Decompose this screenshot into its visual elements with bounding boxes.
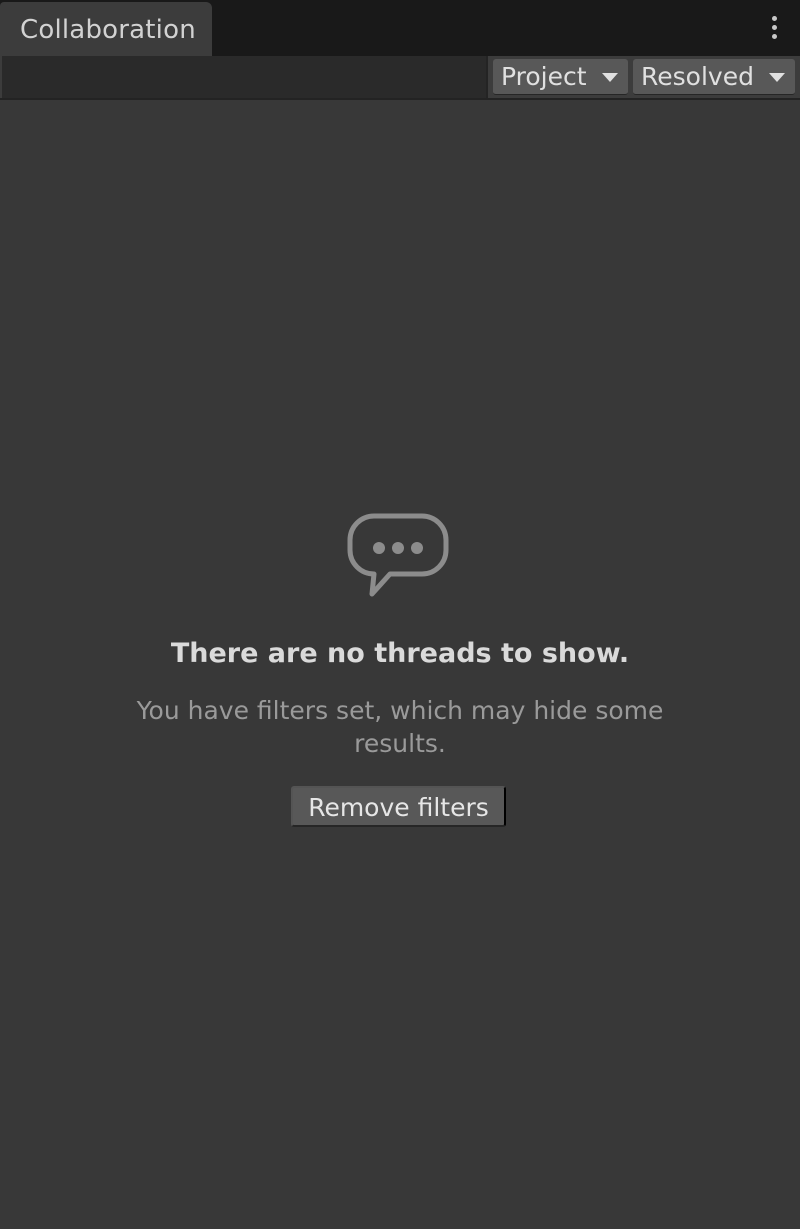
chevron-down-icon [602, 73, 618, 82]
speech-bubble-icon [347, 513, 449, 597]
project-filter-dropdown[interactable]: Project [493, 59, 628, 95]
tab-collaboration[interactable]: Collaboration [0, 2, 212, 56]
empty-state-subtitle: You have filters set, which may hide som… [136, 696, 664, 758]
filter-toolbar: Project Resolved [0, 56, 800, 100]
project-filter-label: Project [501, 62, 587, 91]
chevron-down-icon [769, 73, 785, 82]
status-filter-dropdown[interactable]: Resolved [633, 59, 795, 95]
tab-label: Collaboration [20, 15, 196, 45]
collaboration-window: Collaboration Project Resolved There are… [0, 0, 800, 1229]
remove-filters-button[interactable]: Remove filters [291, 786, 506, 827]
search-input[interactable] [2, 56, 488, 98]
status-filter-label: Resolved [641, 62, 754, 91]
kebab-menu-icon[interactable] [772, 16, 778, 42]
empty-state-title: There are no threads to show. [170, 638, 630, 669]
tab-bar: Collaboration [0, 0, 800, 56]
